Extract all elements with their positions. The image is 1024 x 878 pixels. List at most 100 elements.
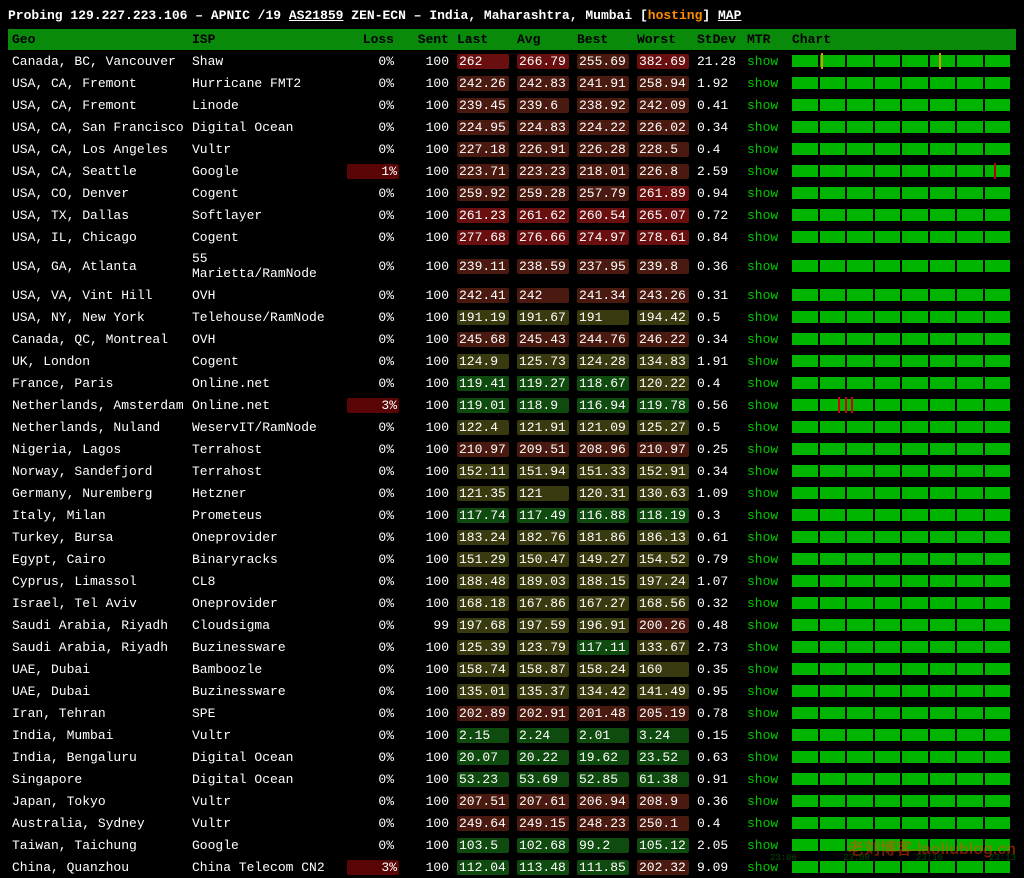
worst-cell: 118.19 [633,504,693,526]
mtr-show-link[interactable]: show [747,530,778,545]
sent-cell: 100 [398,460,453,482]
stdev-cell: 1.92 [693,72,743,94]
table-row: USA, CA, FremontLinode0%100239.45239.623… [8,94,1016,116]
last-cell: 124.9 [453,350,513,372]
mtr-show-link[interactable]: show [747,750,778,765]
mtr-show-link[interactable]: show [747,186,778,201]
mtr-show-link[interactable]: show [747,76,778,91]
isp-cell: Cloudsigma [188,614,343,636]
avg-cell: 53.69 [513,768,573,790]
col-header-sent[interactable]: Sent [398,29,453,50]
loss-cell: 0% [343,790,398,812]
mtr-show-link[interactable]: show [747,684,778,699]
sent-cell: 100 [398,306,453,328]
avg-cell: 249.15 [513,812,573,834]
table-row: USA, IL, ChicagoCogent0%100277.68276.662… [8,226,1016,248]
worst-cell: 228.5 [633,138,693,160]
last-cell: 53.23 [453,768,513,790]
chart-cell [788,350,1016,372]
col-header-last[interactable]: Last [453,29,513,50]
mtr-show-link[interactable]: show [747,120,778,135]
mtr-show-link[interactable]: show [747,259,778,274]
chart-cell [788,394,1016,416]
mtr-show-link[interactable]: show [747,54,778,69]
mtr-show-link[interactable]: show [747,728,778,743]
loss-cell: 1% [343,160,398,182]
mtr-show-link[interactable]: show [747,230,778,245]
table-row: USA, CA, San FranciscoDigital Ocean0%100… [8,116,1016,138]
table-header-row: GeoISPLossSentLastAvgBestWorstStDevMTRCh… [8,29,1016,50]
worst-cell: 226.8 [633,160,693,182]
loss-cell: 0% [343,460,398,482]
worst-cell: 105.12 [633,834,693,856]
avg-cell: 242 [513,284,573,306]
best-cell: 257.79 [573,182,633,204]
col-header-worst[interactable]: Worst [633,29,693,50]
mtr-show-link[interactable]: show [747,142,778,157]
last-cell: 183.24 [453,526,513,548]
table-row: Iran, TehranSPE0%100202.89202.91201.4820… [8,702,1016,724]
best-cell: 248.23 [573,812,633,834]
chart-cell [788,284,1016,306]
loss-cell: 0% [343,328,398,350]
geo-cell: UK, London [8,350,188,372]
mtr-show-link[interactable]: show [747,640,778,655]
mtr-show-link[interactable]: show [747,706,778,721]
mtr-show-link[interactable]: show [747,662,778,677]
isp-cell: 55 Marietta/RamNode [188,248,343,284]
mtr-show-link[interactable]: show [747,618,778,633]
table-row: USA, TX, DallasSoftlayer0%100261.23261.6… [8,204,1016,226]
mtr-show-link[interactable]: show [747,376,778,391]
avg-cell: 223.23 [513,160,573,182]
col-header-geo[interactable]: Geo [8,29,188,50]
loss-cell: 0% [343,768,398,790]
col-header-stdev[interactable]: StDev [693,29,743,50]
mtr-show-link[interactable]: show [747,596,778,611]
col-header-best[interactable]: Best [573,29,633,50]
mtr-show-link[interactable]: show [747,794,778,809]
col-header-isp[interactable]: ISP [188,29,343,50]
mtr-show-link[interactable]: show [747,552,778,567]
worst-cell: 258.94 [633,72,693,94]
chart-cell [788,438,1016,460]
geo-cell: USA, GA, Atlanta [8,248,188,284]
mtr-show-link[interactable]: show [747,310,778,325]
mtr-show-link[interactable]: show [747,772,778,787]
mtr-show-link[interactable]: show [747,508,778,523]
best-cell: 111.85 [573,856,633,878]
mtr-show-link[interactable]: show [747,420,778,435]
mtr-show-link[interactable]: show [747,354,778,369]
avg-cell: 202.91 [513,702,573,724]
mtr-show-link[interactable]: show [747,208,778,223]
col-header-avg[interactable]: Avg [513,29,573,50]
mtr-show-link[interactable]: show [747,486,778,501]
mtr-show-link[interactable]: show [747,442,778,457]
col-header-mtr[interactable]: MTR [743,29,788,50]
mtr-show-link[interactable]: show [747,464,778,479]
stdev-cell: 0.94 [693,182,743,204]
isp-cell: OVH [188,328,343,350]
avg-cell: 121.91 [513,416,573,438]
col-header-loss[interactable]: Loss [343,29,398,50]
worst-cell: 168.56 [633,592,693,614]
sent-cell: 100 [398,812,453,834]
asn-link[interactable]: AS21859 [289,8,344,23]
last-cell: 249.64 [453,812,513,834]
avg-cell: 266.79 [513,50,573,72]
loss-cell: 0% [343,504,398,526]
stdev-cell: 0.91 [693,768,743,790]
map-link[interactable]: MAP [718,8,741,23]
mtr-show-link[interactable]: show [747,164,778,179]
col-header-chart[interactable]: Chart [788,29,1016,50]
mtr-show-link[interactable]: show [747,574,778,589]
loss-cell: 0% [343,438,398,460]
mtr-show-link[interactable]: show [747,98,778,113]
worst-cell: 154.52 [633,548,693,570]
mtr-show-link[interactable]: show [747,398,778,413]
mtr-show-link[interactable]: show [747,288,778,303]
mtr-show-link[interactable]: show [747,838,778,853]
mtr-show-link[interactable]: show [747,816,778,831]
mtr-show-link[interactable]: show [747,332,778,347]
loss-cell: 0% [343,204,398,226]
stdev-cell: 0.48 [693,614,743,636]
